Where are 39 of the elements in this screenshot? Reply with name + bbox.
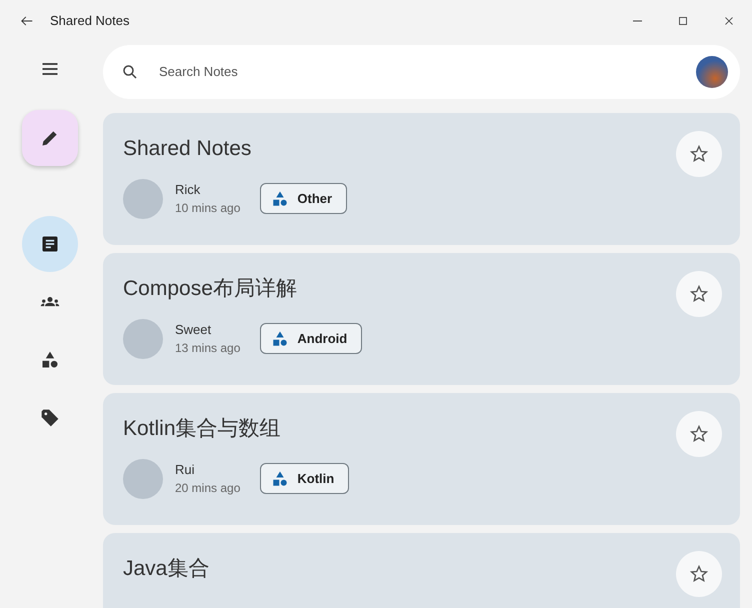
author-name: Sweet [175,322,212,338]
note-time: 20 mins ago [175,481,240,496]
window-title: Shared Notes [50,12,130,30]
avatar-image [123,178,163,218]
minimize-icon [632,20,642,22]
favorite-button[interactable] [676,551,722,597]
shapes-icon [271,470,290,488]
star-icon [689,144,709,164]
category-chip[interactable]: Other [260,182,348,214]
star-icon [689,564,709,584]
category-chip[interactable]: Kotlin [260,462,350,494]
avatar-image [123,458,163,498]
maximize-icon [676,14,690,28]
author-name: Rui [175,462,196,478]
search-icon [121,63,139,81]
note-title: Shared Notes [123,136,252,162]
star-icon [689,284,709,304]
back-icon[interactable] [20,14,34,28]
search-field[interactable]: Search Notes [103,45,740,99]
shapes-icon [271,330,290,348]
star-icon [689,424,709,444]
category-chip[interactable]: Android [260,322,362,354]
favorite-button[interactable] [676,271,722,317]
avatar-image[interactable] [696,56,728,88]
note-title: Compose布局详解 [123,276,297,302]
note-time: 13 mins ago [175,341,240,356]
note-title: Kotlin集合与数组 [123,416,281,442]
shapes-icon [40,350,60,370]
note-title: Java集合 [123,556,210,582]
note-time: 10 mins ago [175,201,240,216]
favorite-button[interactable] [676,411,722,457]
avatar-image [123,318,163,358]
author-name: Rick [175,182,202,198]
tag-icon [40,408,60,428]
edit-button[interactable] [22,110,78,166]
shapes-icon [271,190,290,208]
notes-icon [40,234,60,254]
search-input[interactable]: Search Notes [157,61,678,83]
favorite-button[interactable] [676,131,722,177]
